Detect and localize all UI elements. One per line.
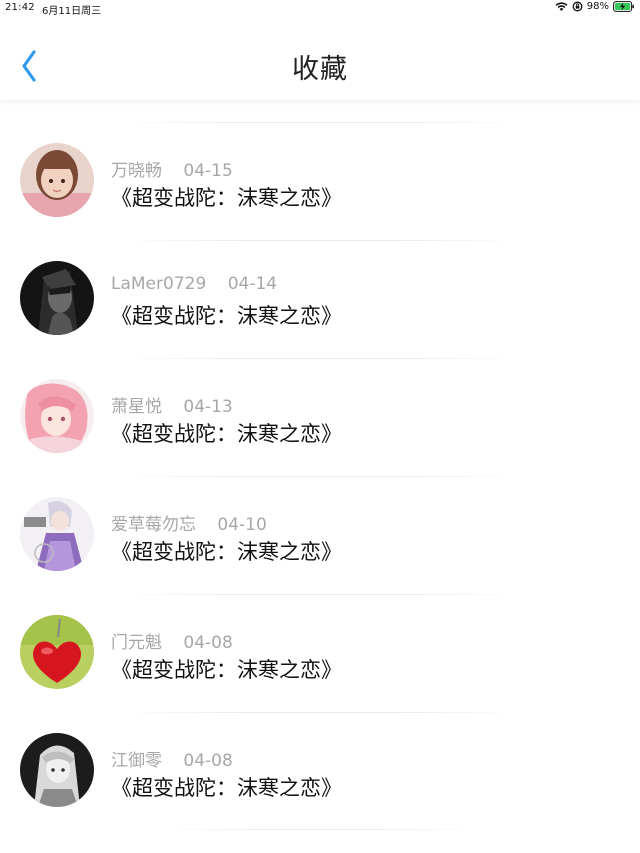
avatar[interactable] <box>20 615 94 689</box>
favorite-date: 04-10 <box>217 515 267 535</box>
item-meta: LaMer0729 04-14 <box>111 274 277 294</box>
favorite-item[interactable]: 江御零 04-08 《超变战陀：沫寒之恋》 <box>0 690 640 808</box>
avatar[interactable] <box>20 733 94 807</box>
status-bar: 21:42 6月11日周三 98% <box>0 0 640 17</box>
item-meta: 爱草莓勿忘 04-10 <box>111 510 267 535</box>
status-right: 98% <box>555 1 635 12</box>
list-divider <box>160 829 480 830</box>
item-meta: 萧星悦 04-13 <box>111 392 233 417</box>
favorite-item[interactable]: 爱草莓勿忘 04-10 《超变战陀：沫寒之恋》 <box>0 454 640 572</box>
favorite-item[interactable]: 萧星悦 04-13 《超变战陀：沫寒之恋》 <box>0 336 640 454</box>
book-title: 《超变战陀：沫寒之恋》 <box>111 422 342 446</box>
item-meta: 门元魁 04-08 <box>111 628 233 653</box>
orientation-lock-icon <box>572 1 583 12</box>
book-title: 《超变战陀：沫寒之恋》 <box>111 776 342 800</box>
item-meta: 万晓畅 04-15 <box>111 156 233 181</box>
favorite-item[interactable]: LaMer0729 04-14 《超变战陀：沫寒之恋》 <box>0 218 640 336</box>
user-name: 万晓畅 <box>111 161 162 181</box>
favorite-date: 04-08 <box>183 751 233 771</box>
favorite-item[interactable]: 门元魁 04-08 《超变战陀：沫寒之恋》 <box>0 572 640 690</box>
navigation-bar: 收藏 <box>0 16 640 101</box>
user-name: 门元魁 <box>111 633 162 653</box>
user-name: 萧星悦 <box>111 397 162 417</box>
battery-charging-icon <box>613 1 635 12</box>
item-meta: 江御零 04-08 <box>111 746 233 771</box>
user-name: 江御零 <box>111 751 162 771</box>
book-title: 《超变战陀：沫寒之恋》 <box>111 540 342 564</box>
battery-percentage: 98% <box>586 1 609 12</box>
book-title: 《超变战陀：沫寒之恋》 <box>111 304 342 328</box>
avatar[interactable] <box>20 261 94 335</box>
favorite-date: 04-14 <box>227 274 278 294</box>
status-date: 6月11日周三 <box>42 6 102 17</box>
avatar[interactable] <box>20 497 94 571</box>
page-title: 收藏 <box>292 54 348 85</box>
favorites-list: 万晓畅 04-15 《超变战陀：沫寒之恋》 LaMer0729 04-14 《超… <box>0 100 640 808</box>
avatar[interactable] <box>20 379 94 453</box>
status-time: 21:42 <box>5 2 35 13</box>
avatar[interactable] <box>20 143 94 217</box>
favorite-date: 04-15 <box>183 161 233 181</box>
book-title: 《超变战陀：沫寒之恋》 <box>111 658 342 682</box>
user-name: LaMer0729 <box>111 274 207 294</box>
wifi-icon <box>555 1 568 12</box>
favorite-date: 04-08 <box>183 633 233 653</box>
favorite-date: 04-13 <box>183 397 233 417</box>
user-name: 爱草莓勿忘 <box>111 515 196 535</box>
book-title: 《超变战陀：沫寒之恋》 <box>111 186 342 210</box>
favorite-item[interactable]: 万晓畅 04-15 《超变战陀：沫寒之恋》 <box>0 100 640 218</box>
